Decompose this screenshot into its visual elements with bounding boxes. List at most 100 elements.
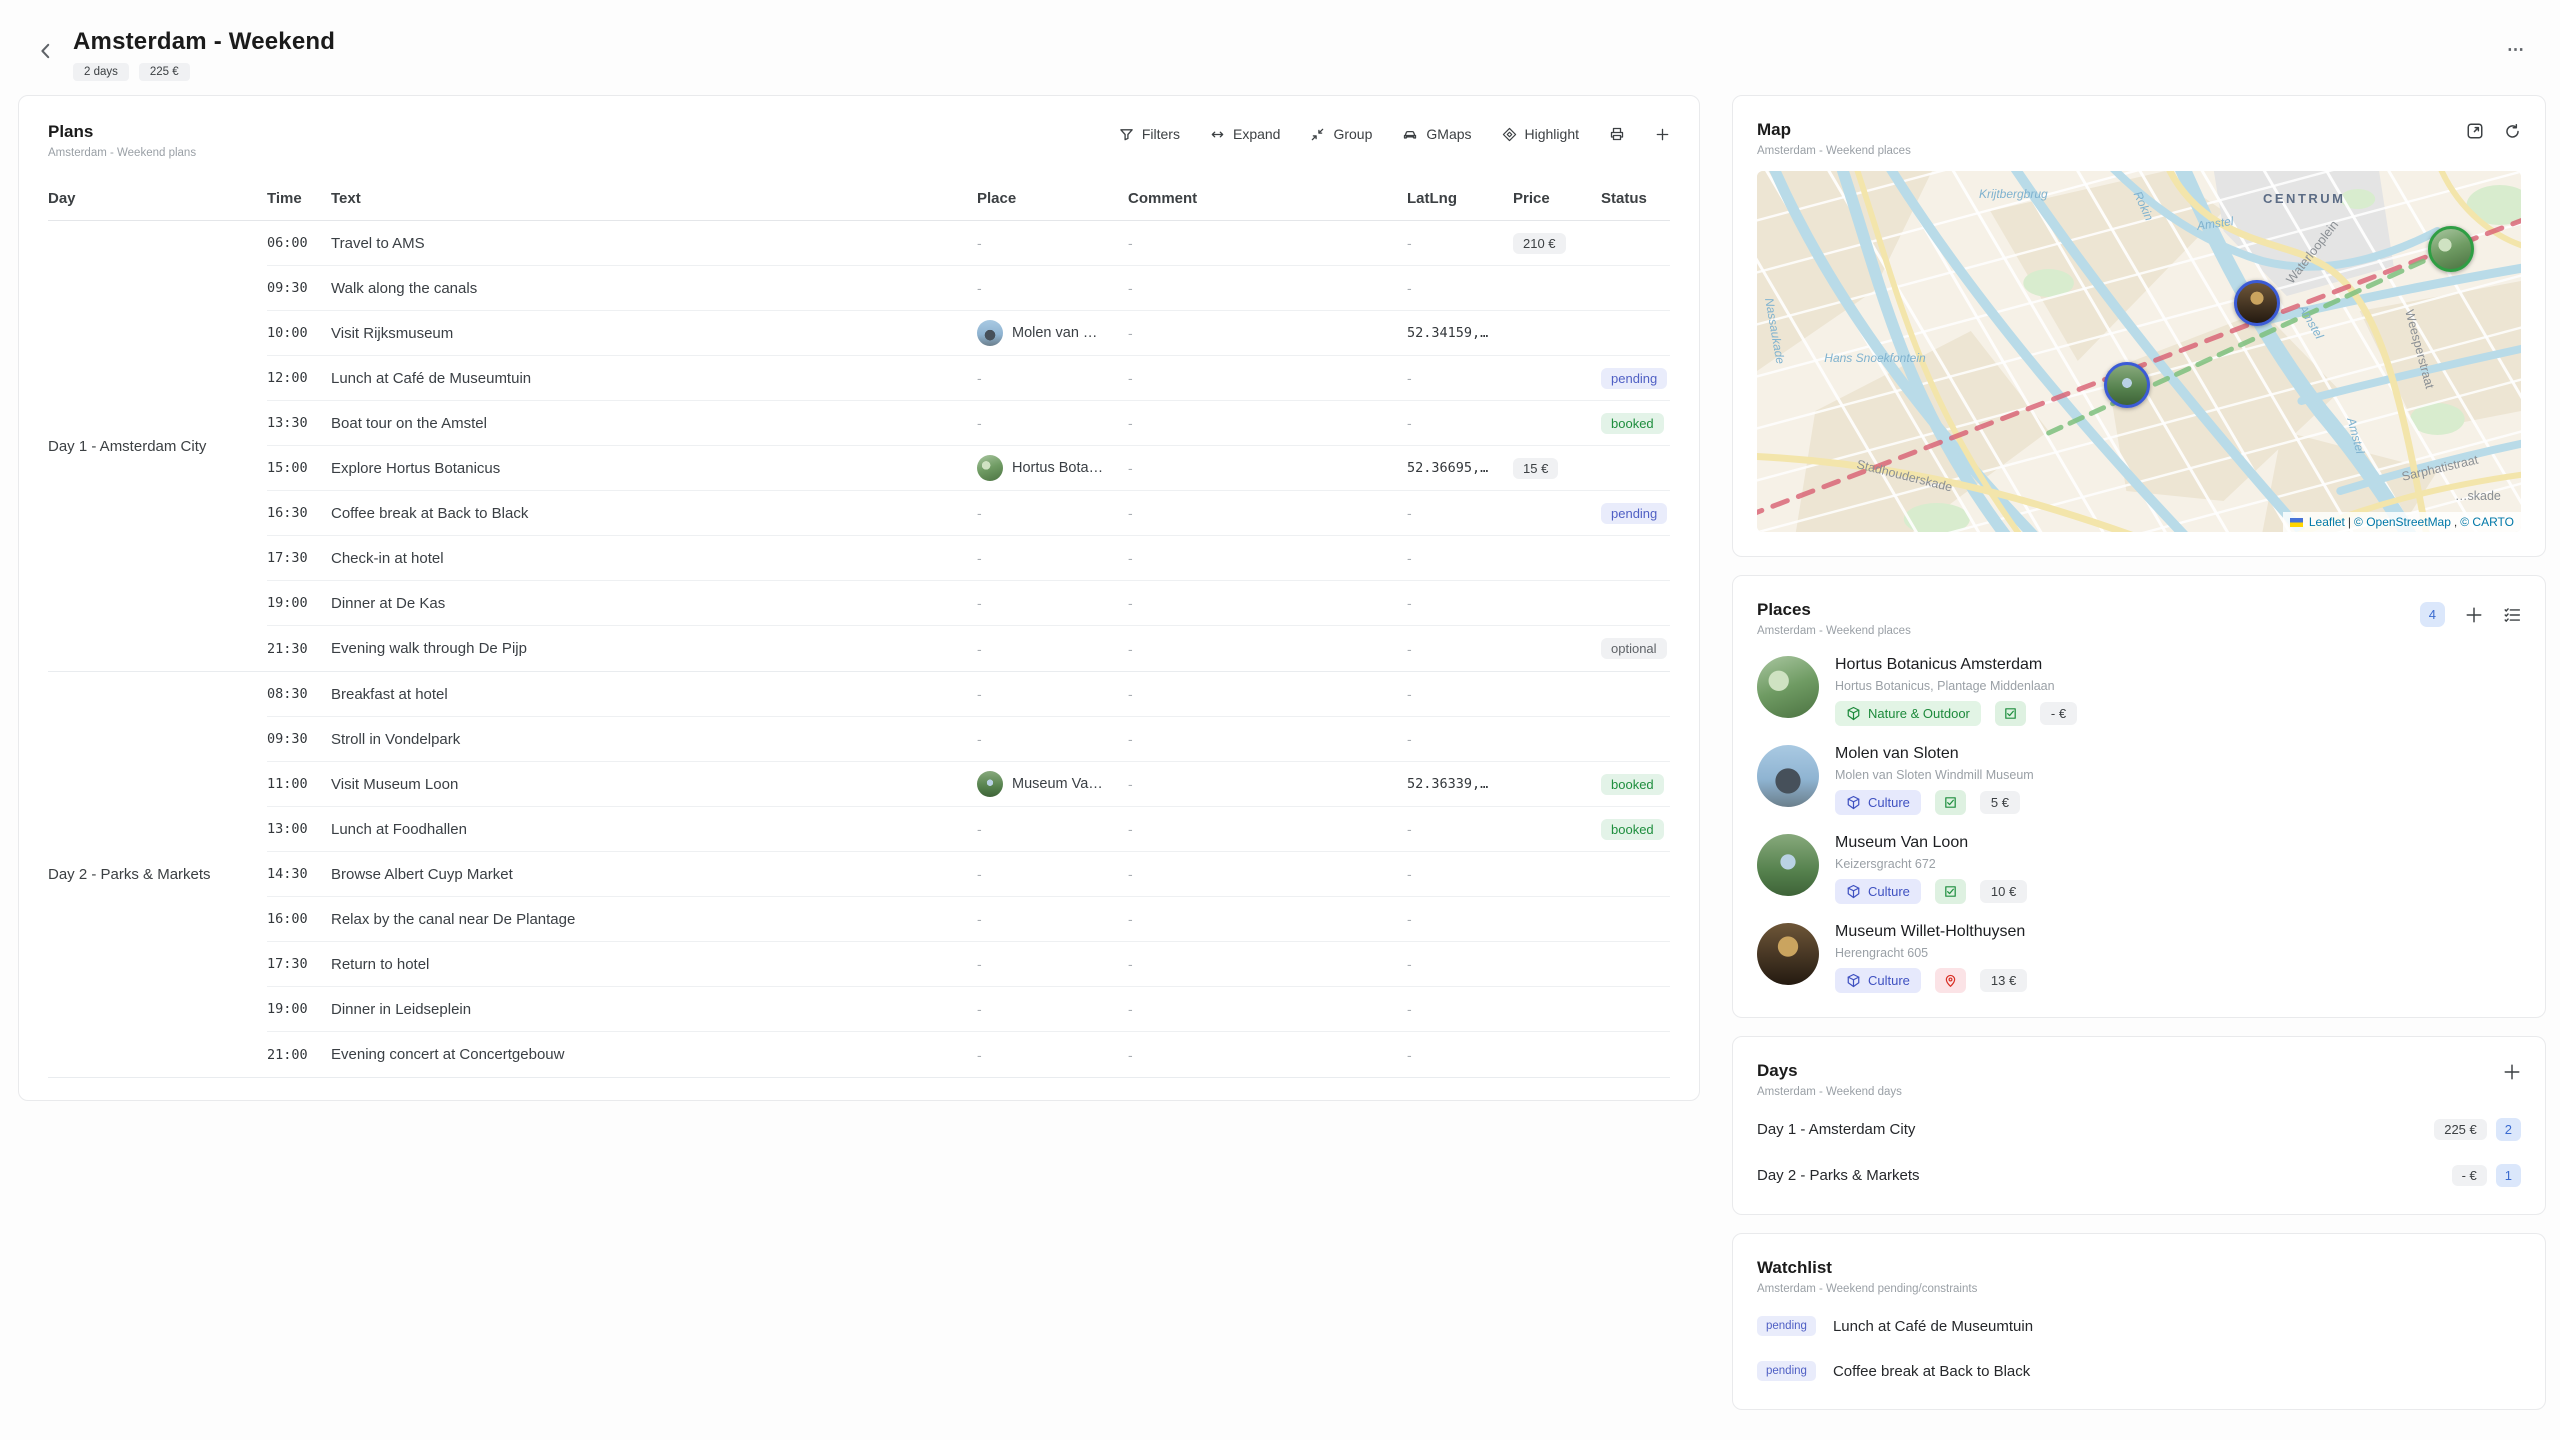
print-button[interactable] (1609, 126, 1625, 142)
cell-status: optional (1601, 638, 1670, 659)
cell-latlng: - (1407, 821, 1513, 837)
checkbox-check-icon (1943, 795, 1958, 810)
add-plan-button[interactable] (1655, 127, 1670, 142)
table-row[interactable]: 13:00Lunch at Foodhallen---booked (267, 807, 1670, 852)
col-day: Day (48, 190, 267, 207)
day-list-item[interactable]: Day 1 - Amsterdam City225 €2 (1757, 1114, 2521, 1144)
col-place: Place (977, 190, 1128, 207)
place-address: Hortus Botanicus, Plantage Middenlaan (1835, 679, 2077, 693)
map-fullscreen-button[interactable] (2466, 122, 2484, 140)
table-row[interactable]: 21:00Evening concert at Concertgebouw--- (267, 1032, 1670, 1077)
group-button[interactable]: Group (1310, 126, 1372, 142)
map-canvas[interactable]: KrijtbergbrugRokinCENTRUMAmstelAmstelAms… (1757, 171, 2521, 532)
places-checklist-button[interactable] (2503, 606, 2521, 624)
table-row[interactable]: 06:00Travel to AMS---210 € (267, 221, 1670, 266)
day-group-cell: Day 2 - Parks & Markets (48, 672, 267, 1077)
leaflet-link[interactable]: Leaflet (2309, 515, 2345, 529)
cell-latlng: - (1407, 280, 1513, 296)
table-row[interactable]: 16:00Relax by the canal near De Plantage… (267, 897, 1670, 942)
table-row[interactable]: 21:30Evening walk through De Pijp---opti… (267, 626, 1670, 671)
place-avatar (977, 771, 1003, 797)
plans-title: Plans (48, 122, 196, 142)
place-list-item[interactable]: Museum Willet-HolthuysenHerengracht 605C… (1757, 923, 2521, 993)
cell-latlng: - (1407, 550, 1513, 566)
watchlist-item[interactable]: pendingCoffee break at Back to Black (1757, 1357, 2521, 1385)
place-list-item[interactable]: Molen van SlotenMolen van Sloten Windmil… (1757, 745, 2521, 815)
empty-value: - (977, 866, 982, 882)
cell-latlng: - (1407, 1047, 1513, 1063)
map-refresh-button[interactable] (2504, 123, 2521, 140)
cell-status: booked (1601, 819, 1670, 840)
plans-subtitle: Amsterdam - Weekend plans (48, 147, 196, 159)
table-row[interactable]: 09:30Stroll in Vondelpark--- (267, 717, 1670, 762)
place-list-item[interactable]: Museum Van LoonKeizersgracht 672Culture1… (1757, 834, 2521, 904)
watchlist-item[interactable]: pendingLunch at Café de Museumtuin (1757, 1312, 2521, 1340)
carto-link[interactable]: © CARTO (2460, 515, 2514, 529)
col-latlng: LatLng (1407, 190, 1513, 207)
ukraine-flag-icon (2290, 518, 2303, 527)
place-price-badge: 13 € (1980, 969, 2027, 992)
add-place-button[interactable] (2465, 606, 2483, 624)
table-row[interactable]: 12:00Lunch at Café de Museumtuin---pendi… (267, 356, 1670, 401)
table-row[interactable]: 19:00Dinner at De Kas--- (267, 581, 1670, 626)
cell-place: - (977, 641, 1128, 657)
empty-value: - (977, 641, 982, 657)
day-price-badge: - € (2452, 1165, 2487, 1186)
days-list: Day 1 - Amsterdam City225 €2Day 2 - Park… (1757, 1114, 2521, 1190)
table-row[interactable]: 13:30Boat tour on the Amstel---booked (267, 401, 1670, 446)
map-marker[interactable] (2234, 280, 2280, 326)
expand-button[interactable]: Expand (1210, 126, 1280, 142)
empty-value: - (977, 550, 982, 566)
day-list-item[interactable]: Day 2 - Parks & Markets- €1 (1757, 1160, 2521, 1190)
place-photo (1757, 834, 1819, 896)
cell-comment: - (1128, 280, 1407, 296)
add-day-button[interactable] (2503, 1063, 2521, 1081)
table-row[interactable]: 08:30Breakfast at hotel--- (267, 672, 1670, 717)
watchlist-text: Lunch at Café de Museumtuin (1833, 1318, 2033, 1335)
place-name: Museum Va… (1012, 776, 1103, 792)
table-row[interactable]: 19:00Dinner in Leidseplein--- (267, 987, 1670, 1032)
gmaps-button[interactable]: GMaps (1402, 126, 1471, 142)
table-row[interactable]: 17:30Check-in at hotel--- (267, 536, 1670, 581)
filter-icon (1119, 127, 1134, 142)
cell-time: 16:00 (267, 911, 331, 927)
table-row[interactable]: 14:30Browse Albert Cuyp Market--- (267, 852, 1670, 897)
expand-label: Expand (1233, 126, 1280, 142)
table-row[interactable]: 10:00Visit RijksmuseumMolen van …-52.341… (267, 311, 1670, 356)
table-row[interactable]: 17:30Return to hotel--- (267, 942, 1670, 987)
days-title: Days (1757, 1061, 1902, 1081)
filters-button[interactable]: Filters (1119, 126, 1180, 142)
map-pin-icon (1943, 973, 1958, 988)
cell-price: 210 € (1513, 233, 1601, 254)
map-marker[interactable] (2428, 226, 2474, 272)
overflow-menu-button[interactable]: ⋯ (2507, 40, 2526, 60)
place-list-item[interactable]: Hortus Botanicus AmsterdamHortus Botanic… (1757, 656, 2521, 726)
cell-comment: - (1128, 731, 1407, 747)
map-subtitle: Amsterdam - Weekend places (1757, 145, 1911, 157)
table-row[interactable]: 16:30Coffee break at Back to Black---pen… (267, 491, 1670, 536)
table-row[interactable]: 09:30Walk along the canals--- (267, 266, 1670, 311)
cell-time: 21:30 (267, 641, 331, 657)
car-icon (1402, 126, 1418, 142)
cell-place: - (977, 821, 1128, 837)
cell-price: 15 € (1513, 458, 1601, 479)
gmaps-label: GMaps (1426, 126, 1471, 142)
cell-time: 13:00 (267, 821, 331, 837)
places-subtitle: Amsterdam - Weekend places (1757, 625, 1911, 637)
table-row[interactable]: 15:00Explore Hortus BotanicusHortus Bota… (267, 446, 1670, 491)
category-badge: Culture (1835, 790, 1921, 815)
cell-text: Dinner at De Kas (331, 595, 977, 612)
day-name: Day 1 - Amsterdam City (1757, 1121, 1915, 1138)
cell-latlng: - (1407, 686, 1513, 702)
cell-place: - (977, 595, 1128, 611)
place-badges: Nature & Outdoor- € (1835, 701, 2077, 726)
openstreetmap-link[interactable]: © OpenStreetMap (2354, 515, 2451, 529)
table-row[interactable]: 11:00Visit Museum LoonMuseum Va…-52.3633… (267, 762, 1670, 807)
cell-comment: - (1128, 956, 1407, 972)
plus-icon (2503, 1063, 2521, 1081)
cell-latlng: - (1407, 235, 1513, 251)
back-button[interactable] (33, 38, 59, 67)
map-marker[interactable] (2104, 362, 2150, 408)
day-count-badge: 1 (2496, 1164, 2521, 1187)
highlight-button[interactable]: Highlight (1502, 126, 1579, 142)
